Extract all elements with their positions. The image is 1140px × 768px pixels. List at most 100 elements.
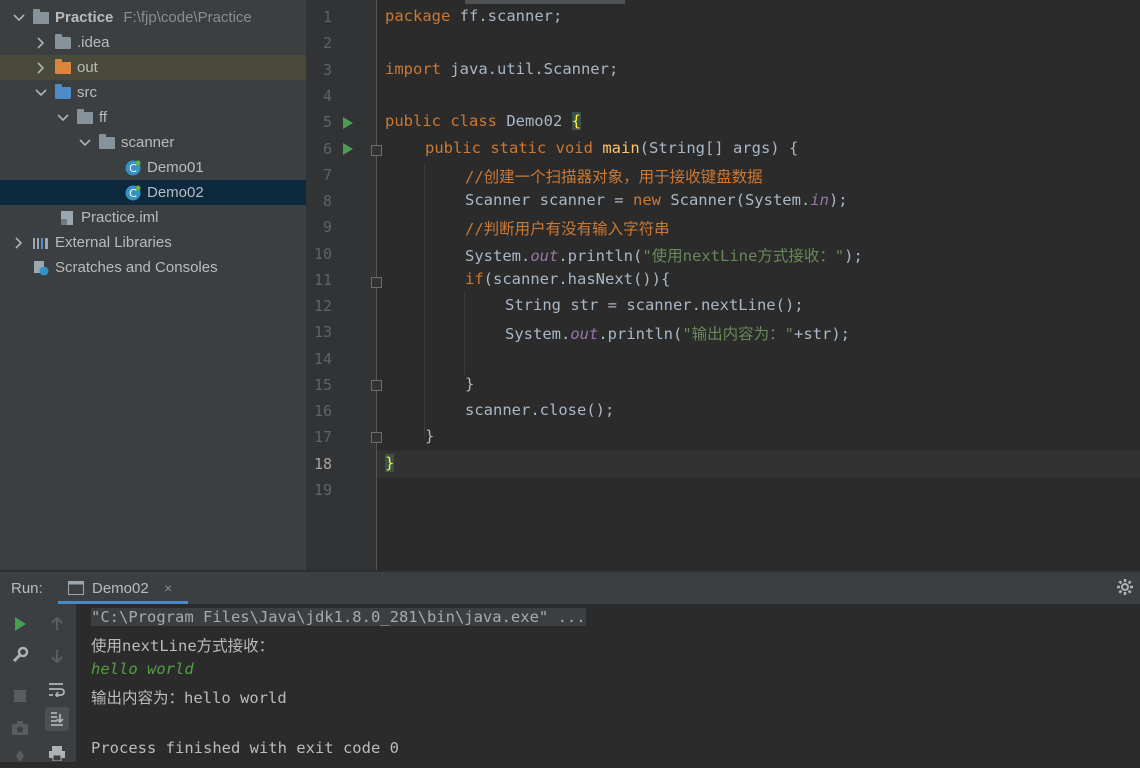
- code-line-5: public class Demo02 {: [385, 112, 581, 130]
- folder-icon: [54, 33, 72, 51]
- code-token: +str);: [794, 325, 850, 343]
- excluded-folder-icon: [54, 58, 72, 76]
- editor-scroll-indicator[interactable]: [465, 0, 625, 4]
- library-icon: [32, 235, 50, 251]
- up-arrow-icon[interactable]: [45, 612, 69, 636]
- project-tool-window: Practice F:\fjp\code\Practice .idea out …: [0, 0, 306, 570]
- line-number: 11: [313, 271, 332, 289]
- scroll-to-end-icon[interactable]: [45, 707, 69, 731]
- code-token: Demo02: [496, 112, 572, 130]
- line-number: 5: [322, 113, 332, 131]
- run-label: Run:: [11, 580, 43, 597]
- package-icon: [98, 133, 116, 151]
- code-token: Scanner(System.: [660, 191, 811, 209]
- down-arrow-icon[interactable]: [45, 644, 69, 668]
- fold-icon[interactable]: [371, 380, 382, 391]
- code-token: if: [465, 270, 484, 288]
- line-number: 8: [322, 192, 332, 210]
- tree-item-label: Scratches and Consoles: [55, 259, 218, 276]
- code-token: out: [530, 247, 559, 265]
- tree-root-practice[interactable]: Practice F:\fjp\code\Practice: [0, 5, 306, 30]
- code-line-6: public static void main(String[] args) {: [425, 139, 798, 157]
- tree-item-label: Demo02: [147, 184, 204, 201]
- camera-icon[interactable]: [8, 716, 32, 740]
- close-icon[interactable]: ×: [164, 580, 172, 596]
- tree-item-out[interactable]: out: [0, 55, 306, 80]
- source-folder-icon: [54, 83, 72, 101]
- package-icon: [76, 108, 94, 126]
- chevron-down-icon[interactable]: [34, 86, 48, 100]
- tree-item-label: ff: [99, 109, 108, 126]
- fold-icon[interactable]: [371, 432, 382, 443]
- code-token: public class: [385, 112, 497, 130]
- wrench-icon[interactable]: [8, 643, 32, 667]
- code-line-7: //创建一个扫描器对象，用于接收键盘数据: [465, 165, 763, 187]
- code-line-3: import java.util.Scanner;: [385, 60, 618, 78]
- java-class-icon: C: [124, 160, 142, 176]
- tree-item-external-libraries[interactable]: External Libraries: [0, 230, 306, 255]
- code-line-1: package ff.scanner;: [385, 7, 562, 25]
- indent-guide: [464, 293, 465, 375]
- line-number: 10: [313, 245, 332, 263]
- console-command-text[interactable]: "C:\Program Files\Java\jdk1.8.0_281\bin\…: [91, 608, 586, 626]
- code-comment: //判断用户有没有输入字符串: [465, 220, 670, 238]
- tree-item-label: Practice.iml: [81, 209, 159, 226]
- line-number: 19: [313, 481, 332, 499]
- java-class-icon: C: [124, 185, 142, 201]
- code-token: System.: [465, 247, 531, 265]
- code-token: import: [385, 60, 441, 78]
- tree-item-demo02[interactable]: C Demo02: [0, 180, 306, 205]
- code-token: );: [844, 247, 863, 265]
- console-line-input: hello world: [91, 660, 194, 678]
- code-string: "输出内容为：": [682, 325, 794, 343]
- gear-icon[interactable]: [1116, 578, 1134, 601]
- line-number: 16: [313, 402, 332, 420]
- code-line-15: }: [465, 375, 475, 393]
- run-method-icon[interactable]: [343, 143, 353, 155]
- tree-item-demo01[interactable]: C Demo01: [0, 155, 306, 180]
- line-number: 7: [322, 166, 332, 184]
- code-line-11: if(scanner.hasNext()){: [465, 270, 670, 288]
- chevron-right-icon[interactable]: [12, 236, 26, 250]
- chevron-down-icon[interactable]: [12, 11, 26, 25]
- soft-wrap-icon[interactable]: [45, 677, 69, 701]
- code-line-17: }: [425, 427, 435, 445]
- run-tool-window-header: Run: Demo02 ×: [0, 571, 1140, 605]
- run-class-icon[interactable]: [343, 117, 353, 129]
- stop-icon[interactable]: [8, 684, 32, 708]
- caret-row-highlight: [377, 451, 1140, 477]
- tree-item-label: out: [77, 59, 98, 76]
- tree-item-src[interactable]: src: [0, 80, 306, 105]
- code-token: (scanner.hasNext()){: [483, 270, 671, 288]
- pin-icon[interactable]: [8, 744, 32, 768]
- tree-item-label: src: [77, 84, 97, 101]
- code-token: .println(: [558, 247, 643, 265]
- code-line-13: System.out.println("输出内容为："+str);: [505, 322, 850, 344]
- run-icon[interactable]: [8, 612, 32, 636]
- code-comment: //创建一个扫描器对象，用于接收键盘数据: [465, 168, 763, 186]
- chevron-down-icon[interactable]: [56, 111, 70, 125]
- run-toolbar-secondary: [38, 604, 76, 762]
- tree-item-idea[interactable]: .idea: [0, 30, 306, 55]
- tree-item-label: Demo01: [147, 159, 204, 176]
- code-token: out: [570, 325, 599, 343]
- tree-item-practice-iml[interactable]: Practice.iml: [0, 205, 306, 230]
- tree-item-ff[interactable]: ff: [0, 105, 306, 130]
- tree-item-scanner[interactable]: scanner: [0, 130, 306, 155]
- code-line-16: scanner.close();: [465, 401, 615, 419]
- line-number: 6: [322, 140, 332, 158]
- code-token: java.util.Scanner;: [441, 60, 619, 78]
- fold-icon[interactable]: [371, 145, 382, 156]
- print-icon[interactable]: [45, 741, 69, 765]
- project-path: F:\fjp\code\Practice: [123, 9, 252, 26]
- code-token: .println(: [598, 325, 683, 343]
- chevron-down-icon[interactable]: [78, 136, 92, 150]
- chevron-right-icon[interactable]: [34, 61, 48, 75]
- line-number: 12: [313, 297, 332, 315]
- fold-icon[interactable]: [371, 277, 382, 288]
- code-token: System.: [505, 325, 571, 343]
- tree-item-scratches[interactable]: Scratches and Consoles: [0, 255, 306, 280]
- console-line-output: 输出内容为：hello world: [91, 689, 287, 707]
- chevron-right-icon[interactable]: [34, 36, 48, 50]
- run-tab-label[interactable]: Demo02: [92, 580, 149, 597]
